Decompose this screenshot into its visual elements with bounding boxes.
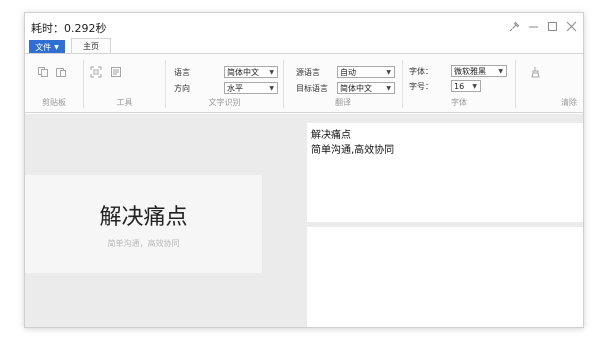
content-area: 解决痛点 简单沟通，高效协同 解决痛点 简单沟通,高效协同: [25, 114, 583, 327]
chevron-down-icon: ▼: [269, 85, 274, 92]
source-language-label: 源语言: [296, 68, 320, 77]
chevron-down-icon: ▼: [386, 85, 391, 92]
font-size-value: 16: [454, 81, 465, 91]
chevron-down-icon: ▼: [472, 83, 477, 90]
group-font: 字体： 微软雅黑 ▼ 字号： 16 ▼ 字体: [403, 54, 515, 112]
tab-file[interactable]: 文件 ▼: [29, 40, 65, 54]
result-line: 简单沟通,高效协同: [311, 145, 395, 156]
language-label: 语言: [174, 68, 190, 77]
window-controls: [508, 20, 577, 32]
pin-icon[interactable]: [508, 20, 520, 32]
group-label-ocr: 文字识别: [208, 98, 241, 107]
tab-file-label: 文件: [35, 42, 52, 52]
source-language-value: 自动: [340, 67, 356, 77]
direction-select-value: 水平: [227, 83, 243, 93]
minimize-icon[interactable]: [527, 20, 539, 32]
language-select-value: 简体中文: [227, 67, 259, 77]
ribbon: 剪贴板 工具 语言 简体中文 ▼ 方向 水平 ▼ 文字识别 源语言 自动 ▼ 目…: [25, 53, 583, 113]
paste-icon[interactable]: [55, 66, 67, 78]
tab-home[interactable]: 主页: [71, 38, 111, 54]
chevron-down-icon: ▼: [269, 69, 274, 76]
eraser-icon[interactable]: [530, 66, 542, 78]
font-size-select[interactable]: 16 ▼: [451, 80, 481, 92]
group-label-tools: 工具: [116, 98, 133, 107]
group-translate: 源语言 自动 ▼ 目标语言 简体中文 ▼ 翻译: [284, 54, 402, 112]
window-title: 耗时：0.292秒: [31, 22, 107, 35]
close-icon[interactable]: [565, 20, 577, 32]
ribbon-tabs: 文件 ▼ 主页: [29, 38, 111, 54]
language-select[interactable]: 简体中文 ▼: [224, 66, 278, 78]
chevron-down-icon: ▼: [498, 68, 503, 75]
chevron-down-icon: ▼: [54, 43, 59, 51]
ocr-result-panel[interactable]: 解决痛点 简单沟通,高效协同: [307, 123, 583, 222]
result-line: 解决痛点: [311, 130, 351, 141]
font-select[interactable]: 微软雅黑 ▼: [451, 65, 507, 77]
target-language-value: 简体中文: [340, 83, 372, 93]
app-window: 耗时：0.292秒 文件 ▼ 主页 剪贴板 工具 语言 简体中文 ▼ 方向 水平…: [24, 12, 584, 328]
source-image-preview: 解决痛点 简单沟通，高效协同: [25, 175, 262, 273]
scan-icon[interactable]: [110, 66, 122, 78]
group-label-clear: 清除: [561, 98, 577, 107]
target-language-select[interactable]: 简体中文 ▼: [337, 82, 395, 94]
group-label-translate: 翻译: [335, 98, 351, 107]
maximize-icon[interactable]: [546, 20, 558, 32]
copy-icon[interactable]: [37, 66, 49, 78]
translation-result-panel[interactable]: [307, 227, 583, 327]
font-label: 字体：: [409, 67, 433, 76]
group-tools: 工具: [84, 54, 165, 112]
direction-select[interactable]: 水平 ▼: [224, 82, 278, 94]
image-title: 解决痛点: [99, 205, 188, 230]
group-clipboard: 剪贴板: [25, 54, 83, 112]
group-clear: 清除: [516, 54, 583, 112]
target-language-label: 目标语言: [296, 84, 328, 93]
image-subtitle: 简单沟通，高效协同: [107, 239, 180, 248]
screenshot-icon[interactable]: [90, 66, 102, 78]
source-language-select[interactable]: 自动 ▼: [337, 66, 395, 78]
tab-home-label: 主页: [83, 42, 99, 51]
font-size-label: 字号：: [409, 82, 433, 91]
title-bar: 耗时：0.292秒: [25, 13, 583, 39]
group-label-clipboard: 剪贴板: [42, 98, 66, 107]
group-ocr: 语言 简体中文 ▼ 方向 水平 ▼ 文字识别: [166, 54, 283, 112]
group-label-font: 字体: [451, 98, 467, 107]
chevron-down-icon: ▼: [386, 69, 391, 76]
font-select-value: 微软雅黑: [454, 66, 486, 76]
direction-label: 方向: [174, 84, 190, 93]
